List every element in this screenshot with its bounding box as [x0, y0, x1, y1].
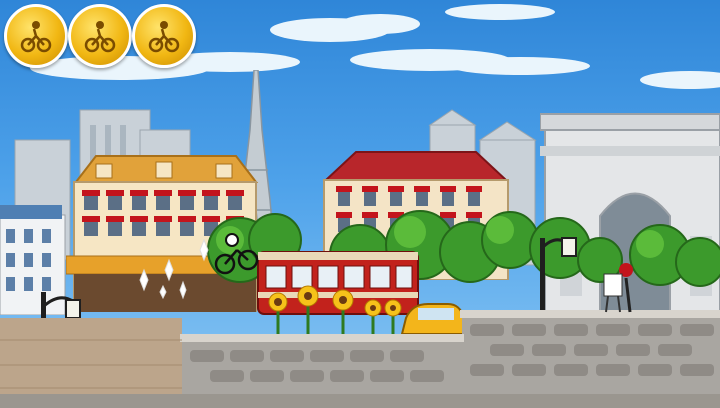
street-lamp-right: [540, 237, 577, 312]
medal-coin-1: [4, 4, 68, 68]
medal-coin-2: [68, 4, 132, 68]
painter: [603, 263, 633, 313]
bike-rider-player: [139, 233, 259, 300]
game-stage[interactable]: [0, 0, 720, 408]
stone-wall: [0, 310, 720, 408]
medal-coin-3: [132, 4, 196, 68]
